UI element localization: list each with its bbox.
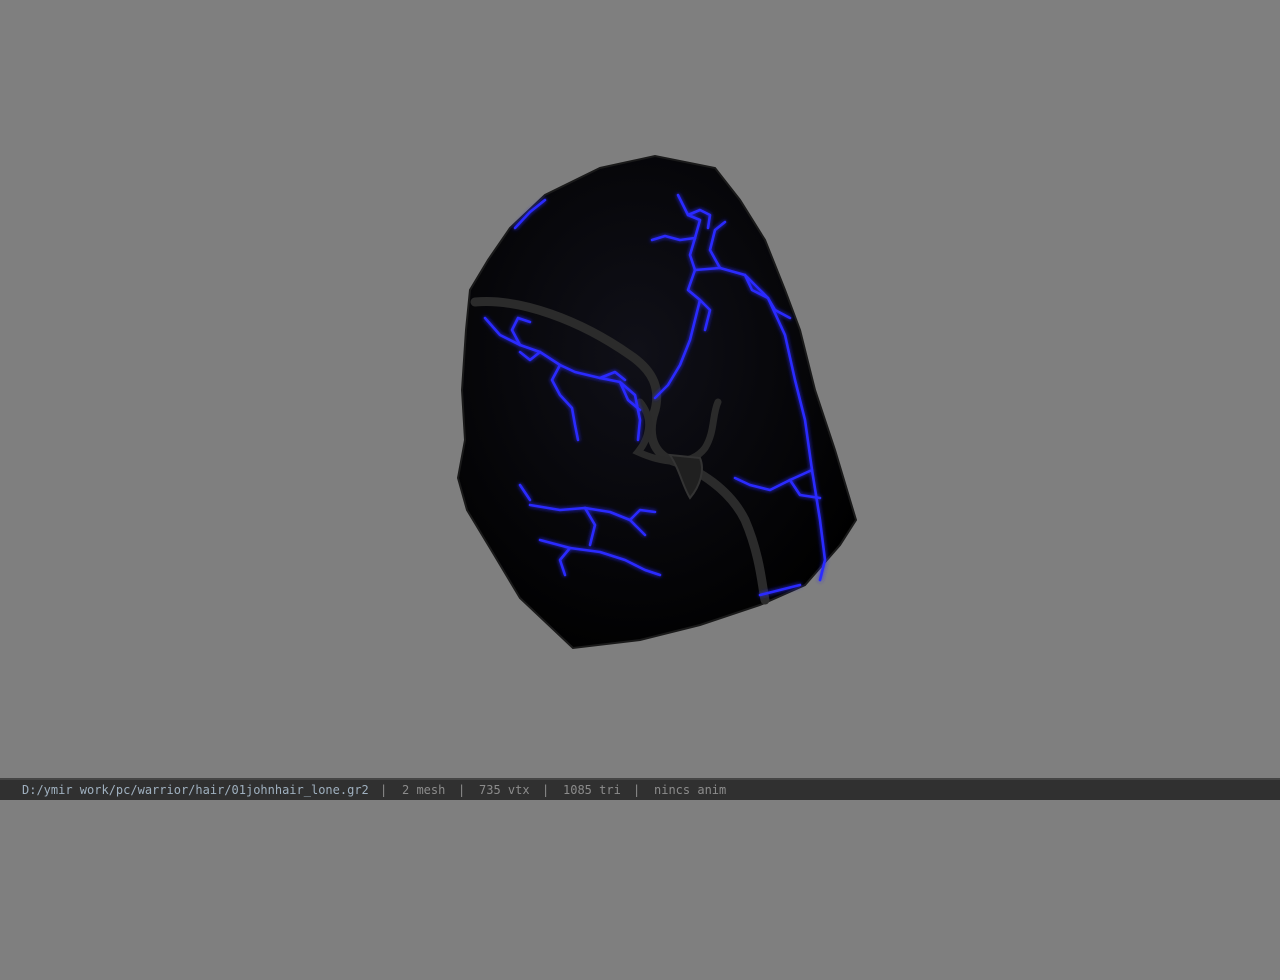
- triangle-count: 1085 tri: [563, 783, 621, 797]
- separator: |: [633, 783, 641, 797]
- 3d-viewport[interactable]: [0, 0, 1280, 778]
- separator: |: [542, 783, 550, 797]
- vertex-count: 735 vtx: [479, 783, 530, 797]
- file-path: D:/ymir work/pc/warrior/hair/01johnhair_…: [22, 783, 369, 797]
- status-bar: D:/ymir work/pc/warrior/hair/01johnhair_…: [0, 778, 1280, 800]
- mesh-count: 2 mesh: [402, 783, 446, 797]
- animation-status: nincs anim: [654, 783, 727, 797]
- separator: |: [458, 783, 466, 797]
- separator: |: [380, 783, 388, 797]
- hood-model-icon[interactable]: [0, 0, 1280, 778]
